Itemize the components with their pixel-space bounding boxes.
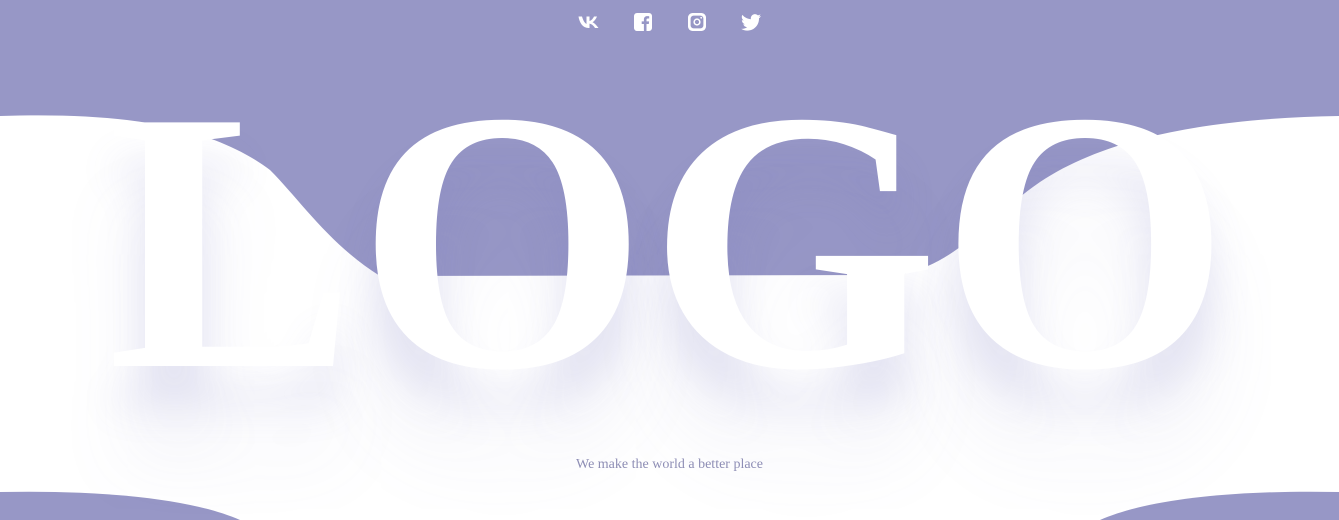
instagram-link[interactable] (685, 10, 709, 34)
vk-icon (578, 16, 598, 28)
vk-link[interactable] (577, 10, 601, 34)
facebook-icon (633, 13, 652, 31)
instagram-icon (687, 13, 706, 31)
logo-text: LOGO (107, 36, 1232, 447)
twitter-icon (740, 13, 761, 31)
tagline: We make the world a better place (575, 457, 763, 472)
bottom-wave (0, 491, 1339, 520)
hero-section: LOGO We make the world a better place (0, 0, 1339, 520)
facebook-link[interactable] (631, 10, 655, 34)
twitter-link[interactable] (739, 10, 763, 34)
social-links (0, 10, 1339, 34)
